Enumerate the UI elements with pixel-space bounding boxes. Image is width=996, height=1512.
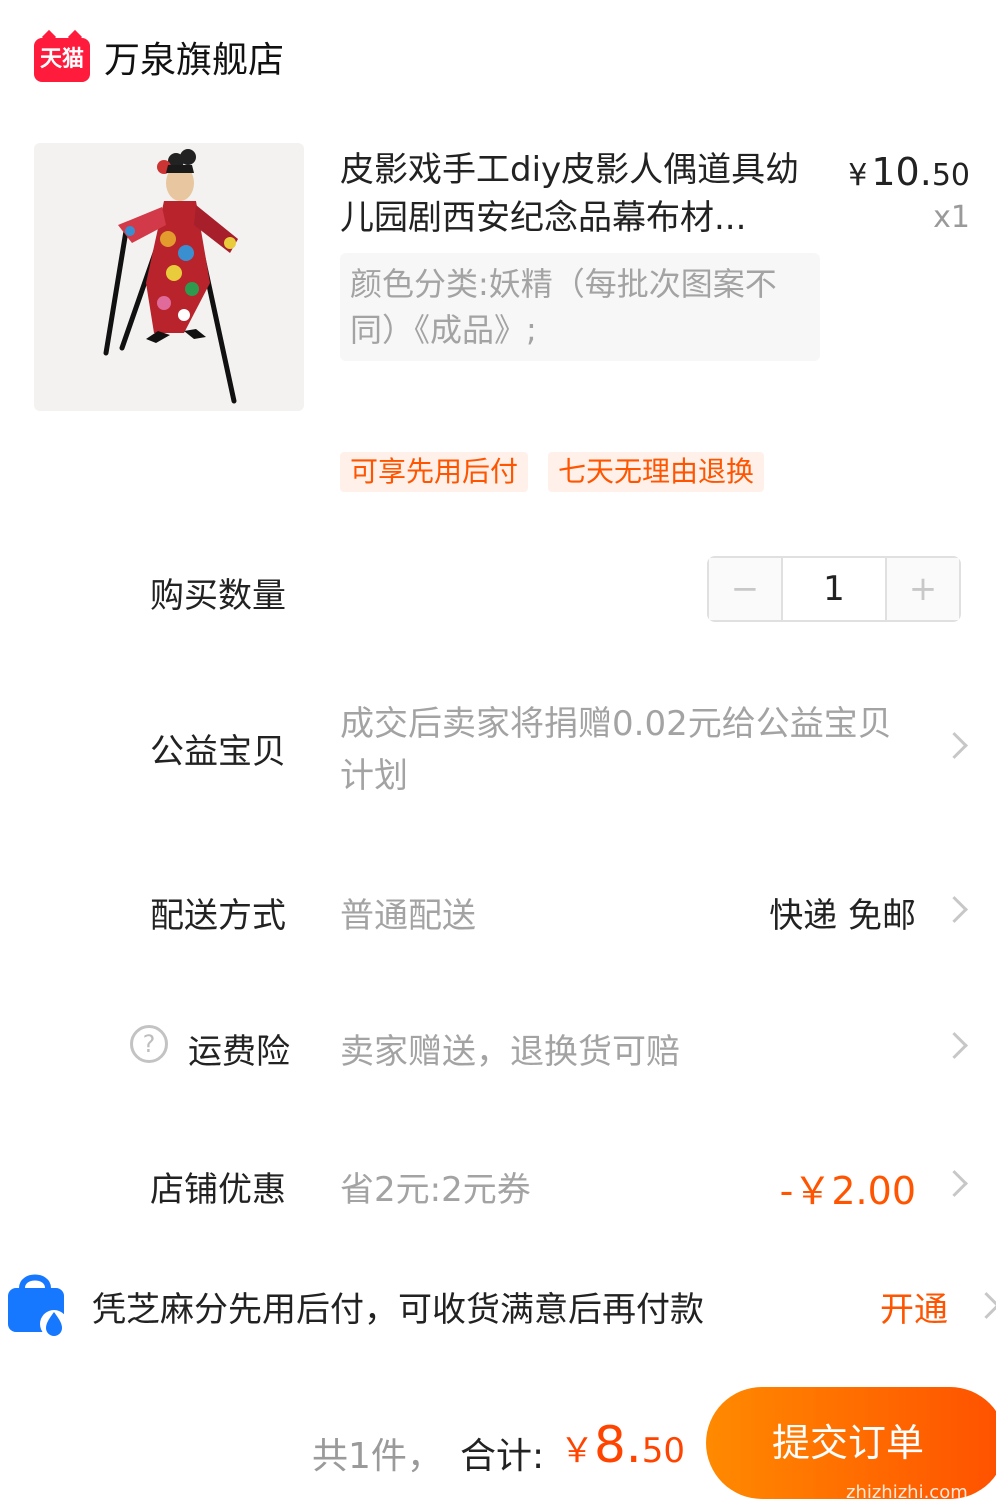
watermark: zhizhizhi.com	[846, 1482, 968, 1503]
quantity-value[interactable]: 1	[783, 558, 885, 620]
total-integer: 8.	[594, 1416, 642, 1474]
tmall-logo: 天猫	[34, 38, 90, 82]
quantity-stepper[interactable]: − 1 +	[707, 556, 961, 622]
delivery-method[interactable]: 快递 免邮	[769, 888, 916, 937]
price-yen-symbol: ¥	[848, 158, 868, 193]
quantity-badge: x1	[933, 200, 970, 235]
pay-later-text: 凭芝麻分先用后付，可收货满意后再付款	[92, 1290, 704, 1330]
charity-label: 公益宝贝	[150, 732, 286, 772]
shadow-puppet-image	[103, 149, 238, 404]
insurance-chevron-icon[interactable]	[941, 1032, 968, 1059]
activate-pay-later-link[interactable]: 开通	[880, 1282, 948, 1331]
total-decimal: 50	[641, 1431, 685, 1471]
discount-amount: -￥2.00	[779, 1169, 916, 1213]
charity-chevron-icon[interactable]	[941, 732, 968, 759]
product-image[interactable]	[34, 143, 304, 411]
total-label: 合计:	[460, 1436, 545, 1477]
delivery-value[interactable]: 普通配送	[340, 888, 476, 937]
product-title[interactable]: 皮影戏手工diy皮影人偶道具幼儿园剧西安纪念品幕布材...	[340, 146, 820, 242]
sku-selector[interactable]: 颜色分类:妖精（每批次图案不同）《成品》;	[340, 253, 820, 361]
tag-seven-day-return: 七天无理由退换	[548, 452, 765, 492]
price-decimal: 50	[931, 158, 970, 193]
tag-pay-later: 可享先用后付	[340, 452, 529, 492]
store-discount-value[interactable]: 省2元:2元券	[340, 1162, 531, 1211]
decrease-quantity-button[interactable]: −	[709, 558, 783, 620]
pay-later-chevron-icon[interactable]	[973, 1292, 996, 1319]
item-count: 共1件，	[312, 1436, 443, 1477]
total-yen-symbol: ￥	[560, 1431, 594, 1471]
quantity-label: 购买数量	[150, 576, 286, 616]
tmall-logo-text: 天猫	[39, 47, 84, 72]
discount-chevron-icon[interactable]	[941, 1170, 968, 1197]
shopping-bag-icon	[4, 1268, 72, 1340]
delivery-label: 配送方式	[150, 896, 286, 936]
store-name[interactable]: 万泉旗舰店	[104, 38, 284, 84]
product-price: ¥10.50	[848, 150, 970, 194]
total-price: ￥8.50	[560, 1416, 685, 1474]
delivery-chevron-icon[interactable]	[941, 896, 968, 923]
charity-value[interactable]: 成交后卖家将捐赠0.02元给公益宝贝计划	[340, 698, 900, 802]
insurance-label: 运费险	[188, 1032, 290, 1072]
help-icon[interactable]: ?	[130, 1025, 168, 1063]
increase-quantity-button[interactable]: +	[885, 558, 959, 620]
price-integer: 10.	[871, 150, 932, 194]
store-discount-label: 店铺优惠	[150, 1170, 286, 1210]
insurance-value[interactable]: 卖家赠送，退换货可赔	[340, 1024, 680, 1073]
